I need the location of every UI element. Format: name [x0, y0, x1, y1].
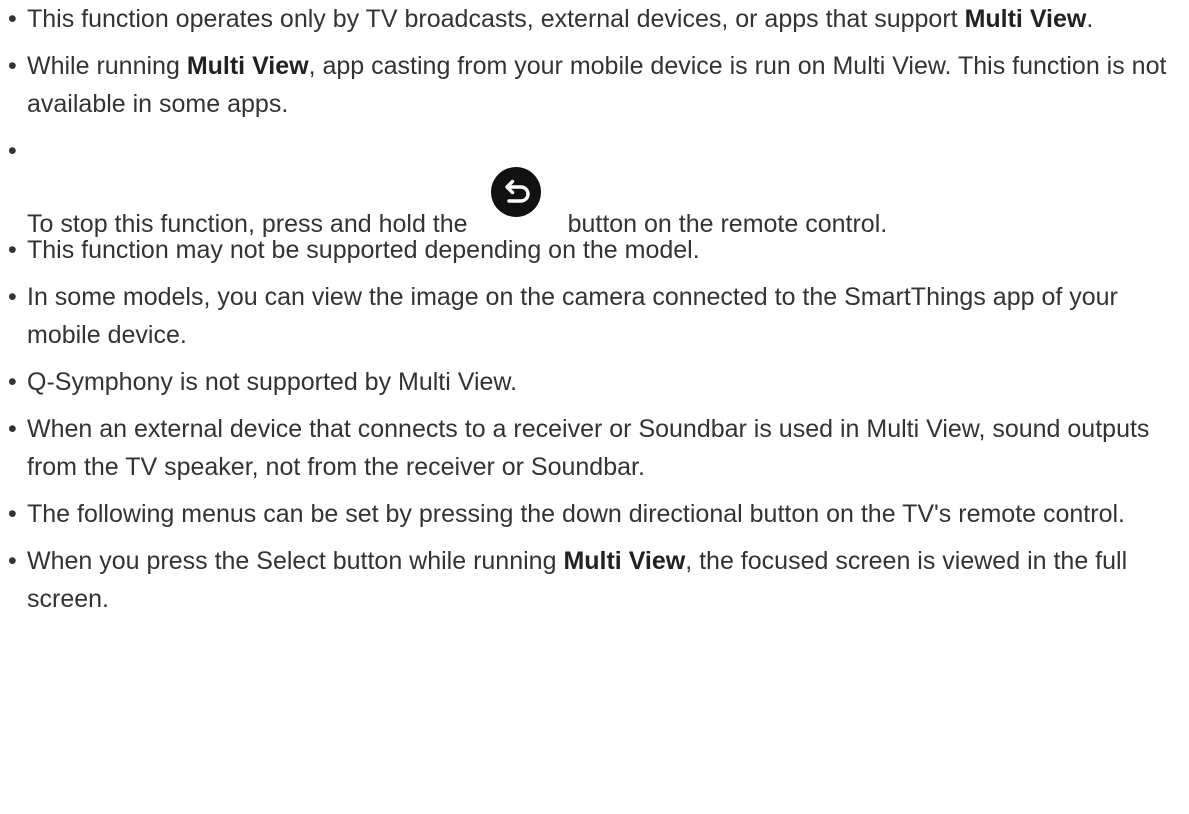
list-item: To stop this function, press and hold th… [8, 132, 1188, 238]
list-item: When an external device that connects to… [8, 410, 1188, 486]
list-item: Q-Symphony is not supported by Multi Vie… [8, 363, 1188, 401]
notes-list: This function operates only by TV broadc… [8, 0, 1188, 627]
note-text: While running [27, 52, 187, 80]
emphasis-multi-view: Multi View [186, 52, 309, 80]
note-text: . [1086, 5, 1094, 33]
note-text: The following menus can be set by pressi… [27, 500, 1125, 528]
note-text: This function may not be supported depen… [27, 236, 700, 264]
list-item: This function operates only by TV broadc… [8, 0, 1188, 38]
note-text: Q-Symphony is not supported by Multi Vie… [27, 368, 518, 396]
list-item: The following menus can be set by pressi… [8, 495, 1188, 533]
note-text: This function operates only by TV broadc… [27, 5, 965, 33]
note-text: In some models, you can view the image o… [27, 283, 1118, 349]
list-item: This function may not be supported depen… [8, 231, 1188, 269]
emphasis-multi-view: Multi View [563, 547, 686, 575]
return-icon [490, 166, 542, 218]
note-text: When an external device that connects to… [27, 415, 1150, 481]
note-text: When you press the Select button while r… [27, 547, 564, 575]
list-item: When you press the Select button while r… [8, 542, 1188, 618]
emphasis-multi-view: Multi View [964, 5, 1087, 33]
list-item: In some models, you can view the image o… [8, 278, 1188, 354]
list-item: While running Multi View, app casting fr… [8, 47, 1188, 123]
